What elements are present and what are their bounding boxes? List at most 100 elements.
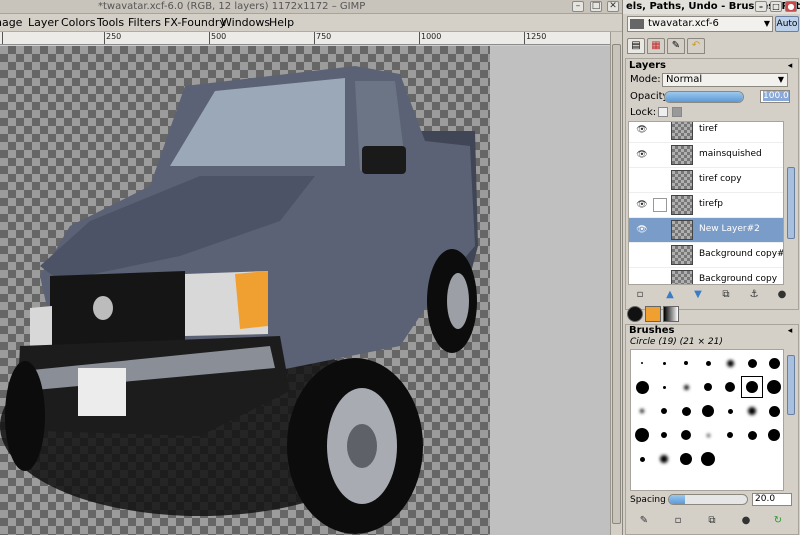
close-icon[interactable]: ✕	[607, 1, 619, 12]
image-canvas[interactable]	[0, 46, 610, 535]
brush-cell[interactable]	[653, 424, 675, 446]
duplicate-layer-icon[interactable]: ⧉	[716, 287, 736, 303]
eye-icon[interactable]: 👁	[635, 199, 649, 211]
brush-cell[interactable]	[741, 424, 763, 446]
brush-cell[interactable]	[653, 448, 675, 470]
brush-cell[interactable]	[763, 376, 783, 398]
edit-brush-icon[interactable]: ✎	[634, 513, 654, 529]
opacity-spinbox[interactable]: 100.0	[760, 90, 790, 103]
anchor-layer-icon[interactable]: ⚓	[744, 287, 764, 303]
brush-cell[interactable]	[741, 376, 763, 398]
brush-cell[interactable]	[631, 424, 653, 446]
layer-row[interactable]: Background copy	[629, 268, 783, 284]
eye-icon[interactable]: 👁	[635, 149, 649, 161]
brush-cell[interactable]	[631, 376, 653, 398]
menu-layer[interactable]: Layer	[28, 16, 59, 30]
delete-layer-icon[interactable]: ●	[772, 287, 792, 303]
brush-grid[interactable]	[630, 349, 784, 491]
brush-cell[interactable]	[631, 400, 653, 422]
patterns-tab-icon[interactable]	[645, 306, 661, 322]
new-brush-icon[interactable]: ▫	[668, 513, 688, 529]
layer-list[interactable]: 👁 tiref 👁 mainsquished tiref copy 👁 tirefp 👁 New…	[628, 121, 784, 285]
brush-cell[interactable]	[675, 376, 697, 398]
layer-row[interactable]: tiref copy	[629, 168, 783, 193]
menu-tools[interactable]: Tools	[97, 16, 124, 30]
eye-icon[interactable]	[635, 249, 649, 261]
scrollbar-thumb[interactable]	[787, 167, 795, 239]
menu-fx-foundry[interactable]: FX-Foundry	[164, 16, 226, 30]
layer-row[interactable]: 👁 mainsquished	[629, 143, 783, 168]
brush-cell[interactable]	[631, 448, 653, 470]
brush-cell[interactable]	[697, 376, 719, 398]
brush-cell[interactable]	[763, 400, 783, 422]
brush-cell[interactable]	[719, 376, 741, 398]
brush-cell[interactable]	[763, 352, 783, 374]
channels-tab-icon[interactable]: ▦	[647, 38, 665, 54]
eye-icon[interactable]	[635, 274, 649, 284]
eye-icon[interactable]: 👁	[635, 224, 649, 236]
brush-grid-scrollbar[interactable]	[786, 349, 796, 491]
layer-mode-select[interactable]: Normal ▼	[662, 73, 788, 87]
duplicate-brush-icon[interactable]: ⧉	[702, 513, 722, 529]
menu-image[interactable]: Image	[0, 16, 22, 30]
brush-cell[interactable]	[675, 352, 697, 374]
chain-toggle[interactable]	[653, 198, 667, 212]
lower-layer-icon[interactable]: ▼	[688, 287, 708, 303]
brush-cell[interactable]	[631, 352, 653, 374]
delete-brush-icon[interactable]: ●	[736, 513, 756, 529]
maximize-icon[interactable]: □	[770, 1, 782, 12]
eye-icon[interactable]: 👁	[635, 124, 649, 136]
brush-cell[interactable]	[697, 352, 719, 374]
maximize-icon[interactable]: □	[590, 1, 602, 12]
brush-cell[interactable]	[675, 448, 697, 470]
layers-tab-icon[interactable]: ▤	[627, 38, 645, 54]
close-icon[interactable]: ●	[785, 1, 797, 12]
scrollbar-thumb[interactable]	[787, 355, 795, 415]
spacing-slider[interactable]	[668, 494, 748, 505]
menu-windows[interactable]: Windows	[221, 16, 270, 30]
brush-cell[interactable]	[719, 400, 741, 422]
brush-cell[interactable]	[741, 400, 763, 422]
menu-filters[interactable]: Filters	[128, 16, 161, 30]
brush-cell[interactable]	[697, 448, 719, 470]
minimize-icon[interactable]: –	[755, 1, 767, 12]
auto-button[interactable]: Auto	[775, 16, 799, 32]
brush-cell[interactable]	[697, 424, 719, 446]
spacing-spinbox[interactable]: 20.0	[752, 493, 792, 506]
brush-cell[interactable]	[719, 352, 741, 374]
brush-cell[interactable]	[697, 400, 719, 422]
layer-row[interactable]: 👁 tiref	[629, 122, 783, 143]
refresh-brushes-icon[interactable]: ↻	[768, 513, 788, 529]
menu-colors[interactable]: Colors	[61, 16, 95, 30]
minimize-icon[interactable]: –	[572, 1, 584, 12]
panel-menu-icon[interactable]: ◂	[785, 326, 795, 336]
new-layer-icon[interactable]: ▫	[630, 287, 650, 303]
scrollbar-thumb[interactable]	[612, 44, 621, 524]
paths-tab-icon[interactable]: ✎	[667, 38, 685, 54]
brushes-tab-icon[interactable]	[627, 306, 643, 322]
gradients-tab-icon[interactable]	[663, 306, 679, 322]
brush-cell[interactable]	[719, 424, 741, 446]
layer-list-scrollbar[interactable]	[786, 121, 796, 285]
raise-layer-icon[interactable]: ▲	[660, 287, 680, 303]
lock-pixels-toggle[interactable]	[658, 107, 668, 117]
layer-row[interactable]: Background copy#2	[629, 243, 783, 268]
brush-cell[interactable]	[741, 352, 763, 374]
horizontal-ruler[interactable]: 250 500 750 1000 1250	[0, 32, 610, 45]
brush-cell[interactable]	[653, 352, 675, 374]
brush-cell[interactable]	[653, 376, 675, 398]
panel-menu-icon[interactable]: ◂	[785, 61, 795, 71]
layer-row[interactable]: 👁 tirefp	[629, 193, 783, 218]
brush-cell[interactable]	[675, 424, 697, 446]
canvas-vertical-scrollbar[interactable]	[610, 32, 622, 535]
menu-help[interactable]: Help	[269, 16, 294, 30]
image-selector[interactable]: twavatar.xcf-6 ▼	[627, 16, 773, 32]
brush-cell[interactable]	[653, 400, 675, 422]
layer-row[interactable]: 👁 New Layer#2	[629, 218, 783, 243]
brush-cell[interactable]	[763, 424, 783, 446]
brush-cell[interactable]	[675, 400, 697, 422]
opacity-slider[interactable]	[664, 91, 744, 103]
undo-tab-icon[interactable]: ↶	[687, 38, 705, 54]
eye-icon[interactable]	[635, 174, 649, 186]
lock-alpha-toggle[interactable]	[672, 107, 682, 117]
